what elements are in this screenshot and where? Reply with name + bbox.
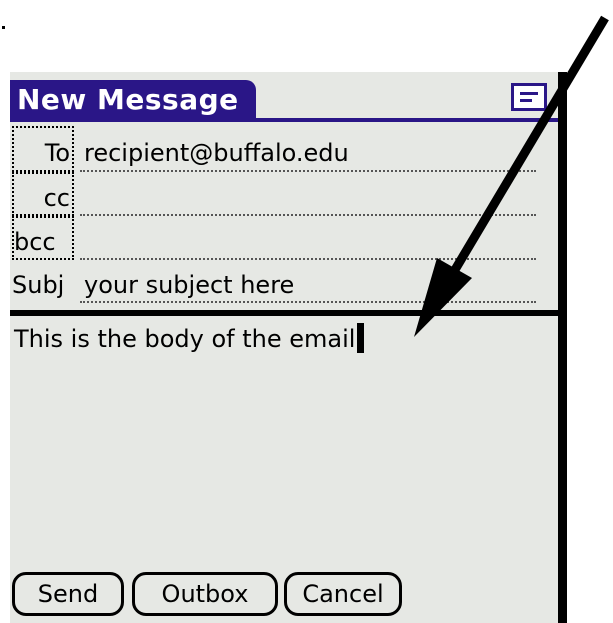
arrow-pointer-icon bbox=[414, 15, 609, 337]
